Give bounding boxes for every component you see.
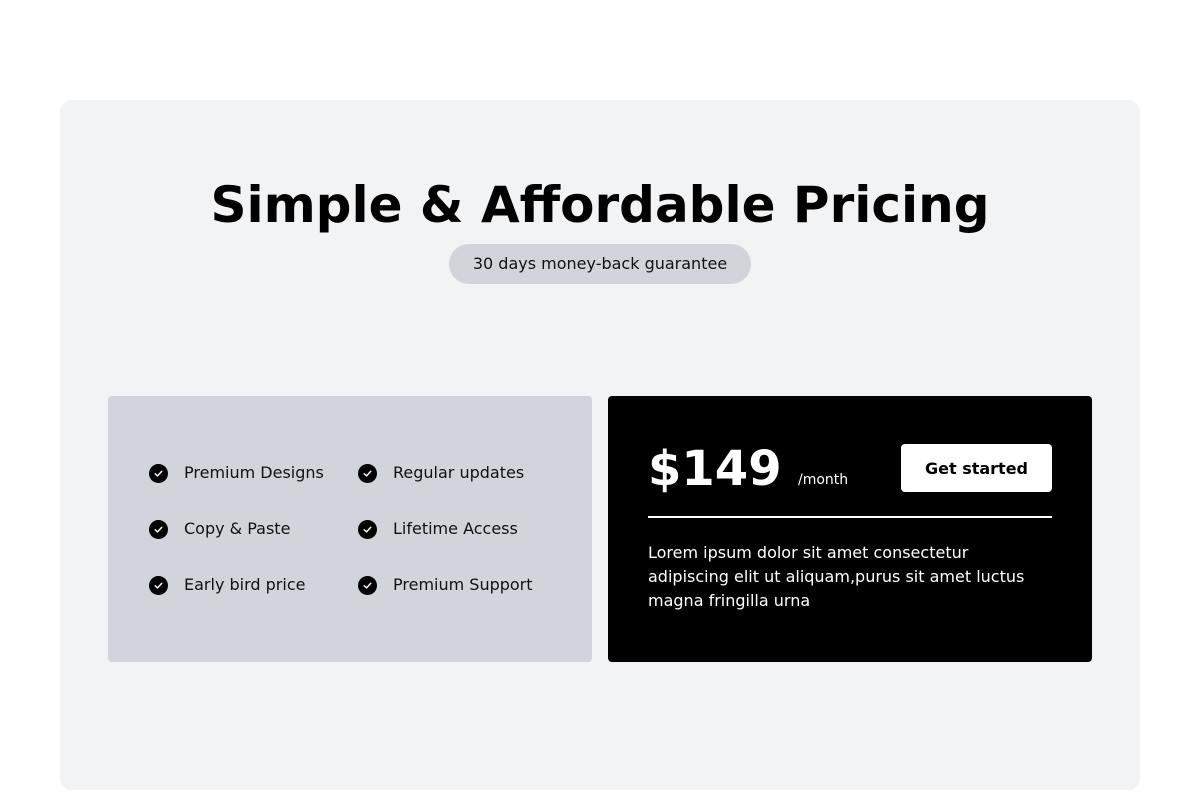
feature-label: Premium Designs: [184, 463, 324, 482]
feature-label: Lifetime Access: [393, 519, 518, 538]
guarantee-badge: 30 days money-back guarantee: [448, 244, 752, 284]
check-icon: [149, 519, 168, 539]
feature-item: Premium Designs: [149, 461, 324, 485]
check-icon: [358, 575, 377, 595]
features-card: Premium Designs Regular updates Copy & P…: [108, 396, 592, 662]
check-icon: [149, 463, 168, 483]
feature-label: Regular updates: [393, 463, 525, 482]
plan-price: $149: [648, 441, 782, 497]
plan-description: Lorem ipsum dolor sit amet consectetur a…: [648, 543, 1025, 610]
check-icon: [358, 519, 377, 539]
page-title: Simple & Affordable Pricing: [210, 176, 990, 234]
feature-label: Early bird price: [184, 575, 306, 594]
feature-label: Copy & Paste: [184, 519, 291, 538]
divider: [648, 516, 1052, 518]
feature-item: Premium Support: [358, 573, 533, 597]
feature-item: Lifetime Access: [358, 517, 518, 541]
feature-item: Copy & Paste: [149, 517, 290, 541]
check-icon: [358, 463, 377, 483]
feature-item: Early bird price: [149, 573, 305, 597]
feature-label: Premium Support: [393, 575, 533, 594]
plan-card: $149 /month Get started Lorem ipsum dolo…: [608, 396, 1092, 662]
feature-item: Regular updates: [358, 461, 524, 485]
plan-period: /month: [798, 472, 849, 488]
check-icon: [149, 575, 168, 595]
pricing-section: Simple & Affordable Pricing 30 days mone…: [60, 100, 1140, 790]
get-started-button[interactable]: Get started: [901, 444, 1052, 492]
